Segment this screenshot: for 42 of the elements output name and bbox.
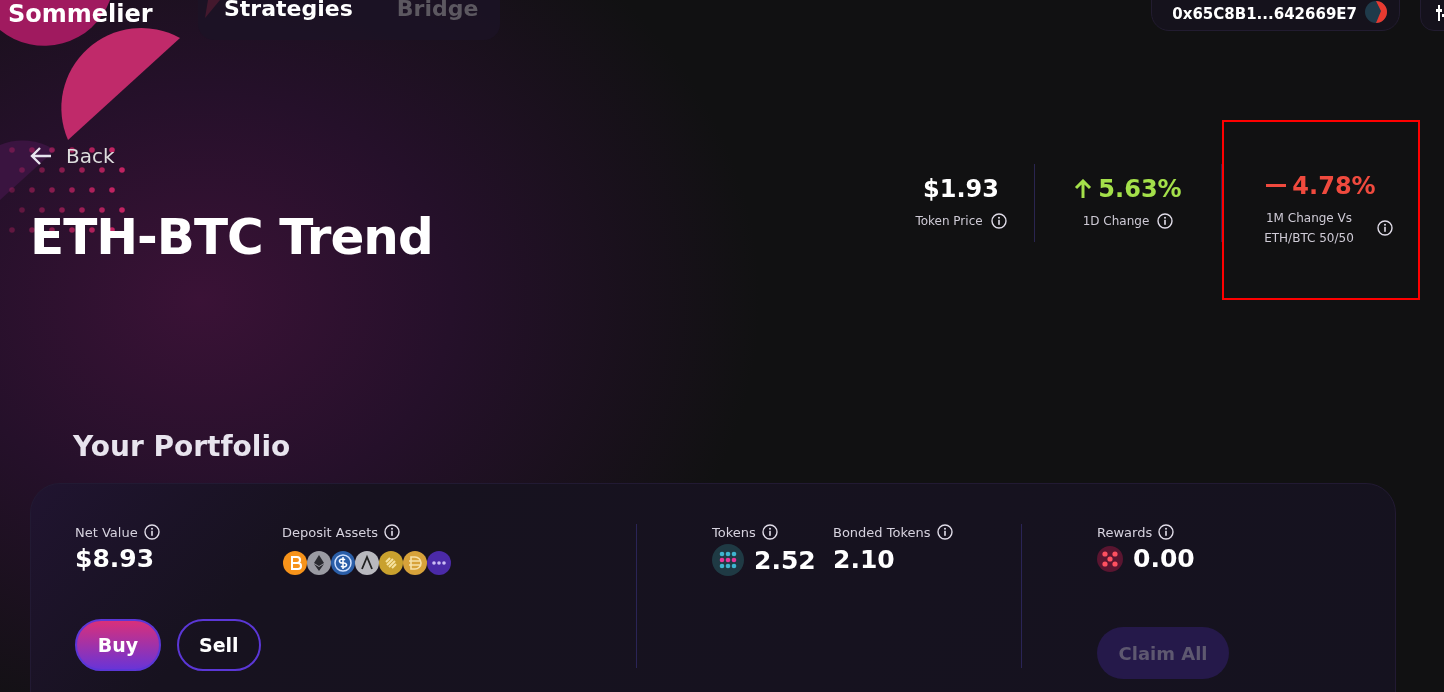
- buy-button[interactable]: Buy: [75, 619, 161, 671]
- token-icon: [712, 544, 744, 576]
- bonded-amount: 2.10: [833, 544, 895, 576]
- stat-label: 1M Change Vs ETH/BTC 50/50: [1263, 210, 1355, 247]
- minus-icon: [1266, 184, 1287, 188]
- coin-icon: [378, 550, 404, 576]
- info-icon[interactable]: [1377, 220, 1393, 236]
- field-label: Tokens: [712, 524, 756, 540]
- info-icon[interactable]: [990, 213, 1007, 229]
- coin-icon: [354, 550, 380, 576]
- info-icon[interactable]: [1158, 524, 1175, 540]
- coin-icon: [330, 550, 356, 576]
- up-arrow-icon: [1074, 179, 1093, 199]
- stat-label: Token Price: [915, 213, 983, 230]
- net-value: $8.93: [75, 544, 156, 573]
- info-icon[interactable]: [384, 524, 401, 540]
- coin-icon: [426, 550, 452, 576]
- coin-icon: [282, 550, 308, 576]
- info-icon[interactable]: [761, 524, 778, 540]
- strategy-title: ETH-BTC Trend: [30, 208, 433, 266]
- back-link[interactable]: Back: [30, 144, 433, 168]
- info-icon[interactable]: [143, 524, 160, 540]
- stat-number: $1.93: [923, 175, 999, 203]
- stat-number: 5.63%: [1098, 175, 1182, 203]
- field-label: Bonded Tokens: [833, 524, 931, 540]
- coin-icon: [306, 550, 332, 576]
- sell-button[interactable]: Sell: [177, 619, 261, 671]
- coin-icon: [402, 550, 428, 576]
- stat-number: 4.78%: [1292, 172, 1376, 200]
- wallet-button[interactable]: 0x65C8B1...642669E7: [1151, 0, 1400, 31]
- field-label: Rewards: [1097, 524, 1153, 540]
- field-label: Net Value: [75, 524, 138, 540]
- info-icon[interactable]: [936, 524, 953, 540]
- section-heading: Your Portfolio: [73, 430, 292, 463]
- info-icon[interactable]: [1157, 213, 1174, 229]
- avatar-icon: [1365, 0, 1387, 23]
- field-label: Deposit Assets: [282, 524, 379, 540]
- stat-label: 1D Change: [1082, 213, 1150, 230]
- reward-icon: [1097, 545, 1123, 572]
- token-amount: 2.52: [754, 545, 816, 575]
- reward-amount: 0.00: [1133, 544, 1195, 573]
- back-arrow-icon: [30, 146, 52, 166]
